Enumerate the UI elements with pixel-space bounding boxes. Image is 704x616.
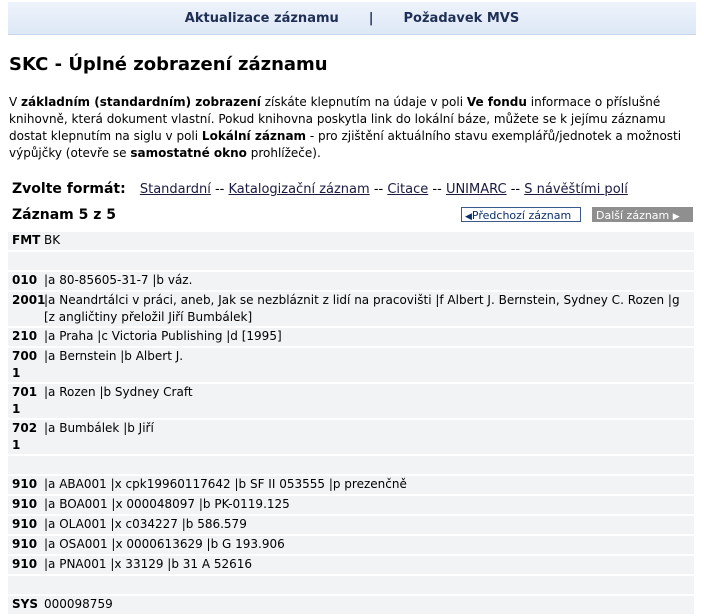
field-value: |a Bumbálek |b Jiří — [44, 421, 154, 435]
field-tag: 701 1 — [12, 385, 38, 416]
format-separator: -- — [214, 182, 225, 197]
field-value: |a Neandrtálci v práci, aneb, Jak se nez… — [44, 293, 680, 324]
field-value: |a OSA001 |x 0000613629 |b G 193.906 — [44, 537, 285, 551]
format-catalog-link[interactable]: Katalogizační záznam — [229, 182, 370, 197]
record-field-row: 910 |a OLA001 |x c034227 |b 586.579 — [8, 516, 694, 536]
format-citation-link[interactable]: Citace — [387, 182, 428, 197]
ill-request-link[interactable]: Požadavek MVS — [404, 11, 520, 26]
field-value: |a PNA001 |x 33129 |b 31 A 52616 — [44, 557, 253, 571]
format-selector: Zvolte formát: Standardní -- Katalogizač… — [12, 181, 628, 197]
intro-text-2: získáte klepnutím na údaje v poli — [260, 95, 467, 109]
format-unimarc-link[interactable]: UNIMARC — [446, 182, 507, 197]
triangle-left-icon: ◀ — [465, 212, 472, 222]
record-field-row: 700 1 |a Bernstein |b Albert J. — [8, 348, 694, 384]
field-tag: FMT — [12, 233, 41, 247]
intro-bold-1: základním (standardním) zobrazení — [21, 95, 261, 109]
field-tag: 2001 — [12, 293, 46, 307]
record-field-row — [8, 252, 694, 272]
record-count: Záznam 5 z 5 — [12, 207, 117, 223]
field-value: |a ABA001 |x cpk19960117642 |b SF II 053… — [44, 477, 407, 491]
field-tag: 910 — [12, 517, 38, 531]
field-value: |a Bernstein |b Albert J. — [44, 349, 184, 363]
intro-bold-4: samostatné okno — [130, 146, 247, 160]
field-tag: 910 — [12, 557, 38, 571]
page-title: SKC - Úplné zobrazení záznamu — [9, 54, 328, 75]
field-value: BK — [44, 233, 61, 247]
update-record-link[interactable]: Aktualizace záznamu — [185, 11, 339, 26]
field-tag — [8, 576, 44, 594]
field-tag: 702 1 — [12, 421, 38, 452]
next-record-label: Další záznam — [596, 209, 670, 222]
intro-bold-2: Ve fondu — [466, 95, 527, 109]
field-value: |a BOA001 |x 000048097 |b PK-0119.125 — [44, 497, 290, 511]
field-value: |a Rozen |b Sydney Craft — [44, 385, 193, 399]
record-field-row: 910 |a ABA001 |x cpk19960117642 |b SF II … — [8, 476, 694, 496]
field-tag: 910 — [12, 477, 38, 491]
field-tag: 910 — [12, 497, 38, 511]
format-standard-link[interactable]: Standardní — [140, 182, 211, 197]
format-separator: -- — [432, 182, 442, 197]
intro-text-1: V — [9, 95, 22, 109]
field-tag — [8, 252, 44, 270]
field-tag: 210 — [12, 329, 38, 343]
record-field-row: 910 |a BOA001 |x 000048097 |b PK-0119.125 — [8, 496, 694, 516]
format-separator: -- — [373, 182, 384, 197]
record-field-row — [8, 576, 694, 596]
field-value: |a Praha |c Victoria Publishing |d [1995… — [44, 329, 282, 343]
intro-text-5: prohlížeče). — [246, 146, 321, 160]
record-fields-table: FMT BK 010 |a 80-85605-31-7 |b váz. 2001 |a N… — [8, 232, 694, 616]
field-value: 000098759 — [44, 597, 113, 611]
triangle-right-icon: ▶ — [672, 212, 680, 222]
previous-record-button[interactable]: ◀Předchozí záznam — [461, 207, 581, 222]
field-value: |a OLA001 |x c034227 |b 586.579 — [44, 517, 247, 531]
field-value: |a 80-85605-31-7 |b váz. — [44, 273, 193, 287]
field-value — [44, 576, 694, 594]
field-value — [44, 252, 694, 270]
intro-bold-3: Lokální záznam — [201, 129, 307, 143]
record-field-row: 2001 |a Neandrtálci v práci, aneb, Jak se… — [8, 292, 694, 328]
field-tag: 910 — [12, 537, 38, 551]
record-field-row: 702 1 |a Bumbálek |b Jiří — [8, 420, 694, 456]
record-field-row: 210 |a Praha |c Victoria Publishing |d [1… — [8, 328, 694, 348]
record-field-row: SYS 000098759 — [8, 596, 694, 616]
record-field-row: 910 |a OSA001 |x 0000613629 |b G 193.906 — [8, 536, 694, 556]
record-field-row: 010 |a 80-85605-31-7 |b váz. — [8, 272, 694, 292]
intro-paragraph: V základním (standardním) zobrazení získ… — [9, 94, 689, 162]
field-tag: SYS — [12, 597, 38, 611]
top-navigation-bar: Aktualizace záznamu | Požadavek MVS — [8, 2, 696, 35]
format-label: Zvolte formát: — [12, 181, 126, 197]
record-field-row: 701 1 |a Rozen |b Sydney Craft — [8, 384, 694, 420]
field-value — [44, 456, 694, 474]
field-tag: 700 1 — [12, 349, 38, 380]
nav-separator: | — [368, 10, 374, 26]
previous-record-label: Předchozí záznam — [471, 209, 572, 222]
field-tag: 010 — [12, 273, 38, 287]
format-field-labels-link[interactable]: S návěštími polí — [524, 182, 628, 197]
field-tag — [8, 456, 44, 474]
next-record-button[interactable]: Další záznam ▶ — [592, 207, 693, 222]
record-field-row — [8, 456, 694, 476]
record-field-row: 910 |a PNA001 |x 33129 |b 31 A 52616 — [8, 556, 694, 576]
format-separator: -- — [510, 182, 521, 197]
record-field-row: FMT BK — [8, 232, 694, 252]
